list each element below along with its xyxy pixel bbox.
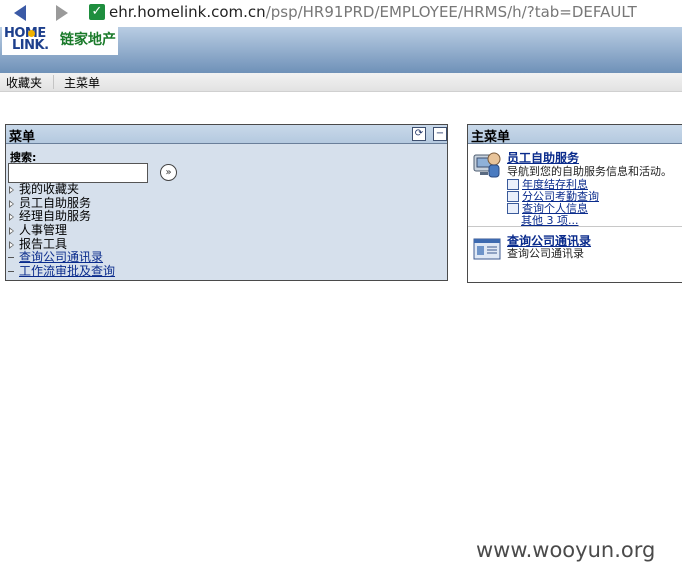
menu-panel-title: 菜单 [9,130,36,145]
back-arrow-icon[interactable] [14,5,26,21]
sub-link-personal-info[interactable]: 查询个人信息 [507,200,588,215]
app-banner: HOME LINK. 链家地产 [0,26,682,73]
forward-arrow-icon[interactable] [56,5,68,21]
tab-divider [53,75,54,89]
tab-main-menu[interactable]: 主菜单 [64,74,100,91]
main-menu-panel-title: 主菜单 [471,130,511,145]
menu-item-reporting-tools[interactable]: 报告工具 [8,236,115,252]
logo-text-link: LINK. [12,38,49,53]
menu-item-label: 报告工具 [19,236,68,251]
expand-triangle-icon [9,186,14,194]
url-field[interactable]: ehr.homelink.com.cn/psp/HR91PRD/EMPLOYEE… [109,3,637,21]
menu-item-hr-management[interactable]: 人事管理 [8,223,115,238]
search-input[interactable] [8,163,148,183]
logo-dot-icon [28,30,35,37]
sub-link-branch-attendance[interactable]: 分公司考勤查询 [507,188,599,203]
menu-item-link[interactable]: 工作流审批及查询 [19,264,115,278]
tab-strip: 收藏夹 主菜单 [0,73,682,92]
secure-check-icon: ✓ [89,4,105,20]
main-menu-panel-header: 主菜单 [468,125,682,145]
menu-item-label: 我的收藏夹 [19,182,80,196]
menu-panel: 菜单 ⟳ − 搜索: » 我的收藏夹 员工自助服务 经理自助服务 人事管理 报告… [5,124,448,281]
menu-tree: 我的收藏夹 员工自助服务 经理自助服务 人事管理 报告工具 查询公司通讯录 工作… [8,182,115,279]
menu-panel-header: 菜单 ⟳ − [6,125,447,145]
menu-item-manager-self-service[interactable]: 经理自助服务 [8,210,115,224]
menu-item-workflow-approval[interactable]: 工作流审批及查询 [8,264,115,279]
url-path: /psp/HR91PRD/EMPLOYEE/HRMS/h/?tab=DEFAUL… [265,3,637,21]
self-service-icon [473,152,501,178]
expand-triangle-icon [9,199,14,208]
menu-item-label: 人事管理 [19,223,68,238]
expand-triangle-icon [9,227,14,236]
company-directory-desc: 查询公司通讯录 [507,247,584,260]
collapse-icon[interactable]: − [433,127,447,141]
more-items-link[interactable]: 其他 3 项... [521,212,578,227]
refresh-icon[interactable]: ⟳ [412,127,426,141]
menu-item-favorites[interactable]: 我的收藏夹 [8,182,115,197]
url-host: ehr.homelink.com.cn [109,3,266,21]
browser-address-bar: ✓ ehr.homelink.com.cn/psp/HR91PRD/EMPLOY… [0,0,682,26]
leaf-dash-icon [8,271,14,273]
menu-item-label: 经理自助服务 [19,209,92,224]
main-menu-panel: 主菜单 员工自助服务 导航到您的自助服务信息和活动。 年度结存利息 分公司考勤查… [467,124,682,283]
directory-icon [473,238,501,260]
search-go-icon[interactable]: » [160,164,177,181]
expand-triangle-icon [9,213,14,222]
expand-triangle-icon [9,240,14,249]
logo-text-cn: 链家地产 [60,32,116,48]
tab-favorites[interactable]: 收藏夹 [6,74,42,91]
document-icon [507,202,519,214]
section-company-directory: 查询公司通讯录 查询公司通讯录 [468,227,682,282]
leaf-dash-icon [8,257,14,259]
menu-item-link[interactable]: 查询公司通讯录 [19,250,103,265]
homelink-logo: HOME LINK. 链家地产 [2,26,118,55]
section-employee-self-service: 员工自助服务 导航到您的自助服务信息和活动。 年度结存利息 分公司考勤查询 查询… [468,144,682,227]
menu-item-label: 员工自助服务 [19,195,92,210]
watermark-text: www.wooyun.org [476,538,656,562]
sub-link-annual-interest[interactable]: 年度结存利息 [507,176,588,191]
